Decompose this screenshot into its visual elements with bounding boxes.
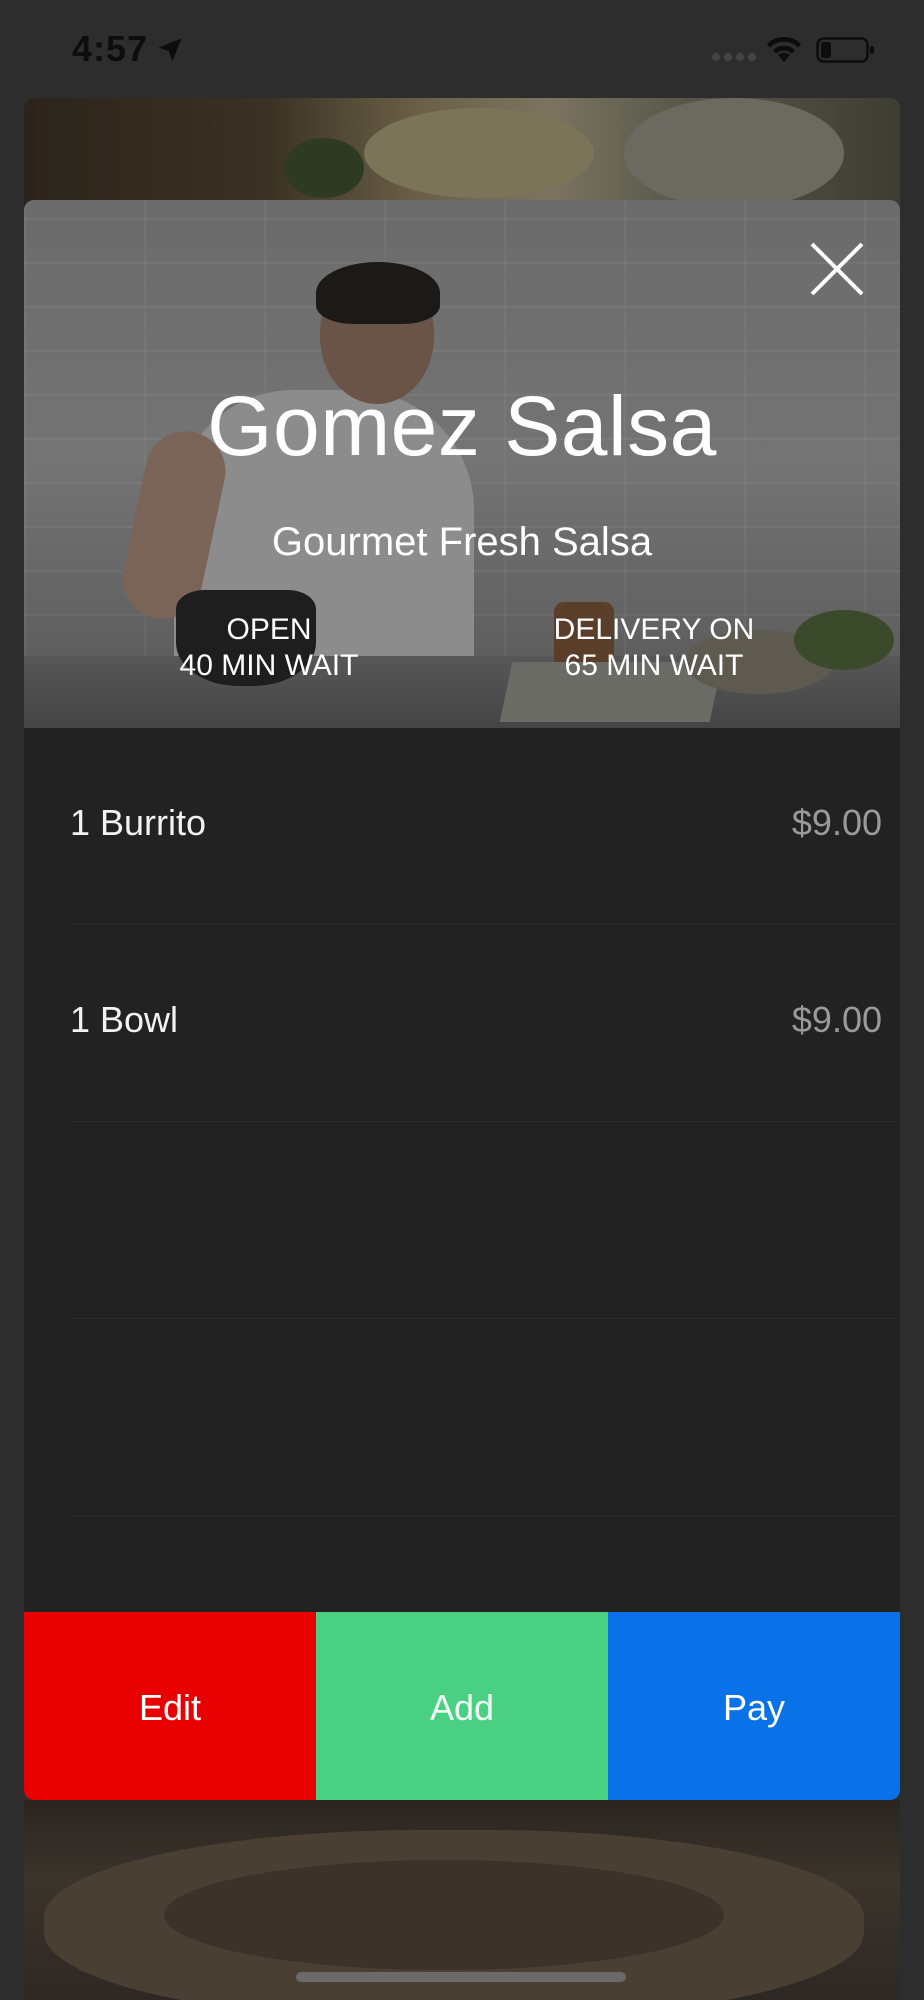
pickup-status: OPEN 40 MIN WAIT: [144, 612, 394, 684]
order-list: 1 Burrito $9.00 1 Bowl $9.00: [24, 728, 900, 1516]
vendor-name: Gomez Salsa: [207, 379, 717, 473]
action-bar: Edit Add Pay: [24, 1612, 900, 1800]
close-icon[interactable]: [806, 238, 868, 300]
home-indicator[interactable]: [296, 1972, 626, 1982]
add-button[interactable]: Add: [316, 1612, 608, 1800]
status-time: 4:57: [72, 28, 149, 69]
order-item-name: 1 Burrito: [70, 802, 207, 843]
delivery-wait-time: 65 MIN WAIT: [564, 649, 744, 682]
order-item-row[interactable]: 1 Burrito $9.00: [70, 728, 900, 925]
delivery-status-label: DELIVERY ON: [553, 613, 755, 646]
background-pizza-image: [24, 1800, 900, 2000]
empty-order-row: [70, 1319, 900, 1516]
background-card-image: [24, 98, 900, 208]
order-item-row[interactable]: 1 Bowl $9.00: [70, 925, 900, 1122]
wifi-icon: [767, 36, 801, 62]
order-item-price: $9.00: [791, 999, 882, 1040]
edit-button[interactable]: Edit: [24, 1612, 316, 1800]
status-bar: 4:57: [0, 0, 924, 96]
order-item-name: 1 Bowl: [70, 999, 179, 1040]
battery-icon: [816, 37, 874, 63]
pickup-wait-time: 40 MIN WAIT: [179, 649, 359, 682]
location-arrow-icon: [158, 38, 182, 62]
order-item-price: $9.00: [791, 802, 882, 843]
vendor-tagline: Gourmet Fresh Salsa: [271, 520, 653, 564]
pay-button[interactable]: Pay: [608, 1612, 900, 1800]
delivery-status: DELIVERY ON 65 MIN WAIT: [524, 612, 784, 684]
signal-icon: [712, 53, 756, 61]
pickup-status-label: OPEN: [226, 613, 312, 646]
vendor-order-modal: Gomez Salsa Gourmet Fresh Salsa OPEN 40 …: [24, 200, 900, 1800]
empty-order-row: [70, 1122, 900, 1319]
vendor-hero: Gomez Salsa Gourmet Fresh Salsa OPEN 40 …: [24, 200, 900, 728]
